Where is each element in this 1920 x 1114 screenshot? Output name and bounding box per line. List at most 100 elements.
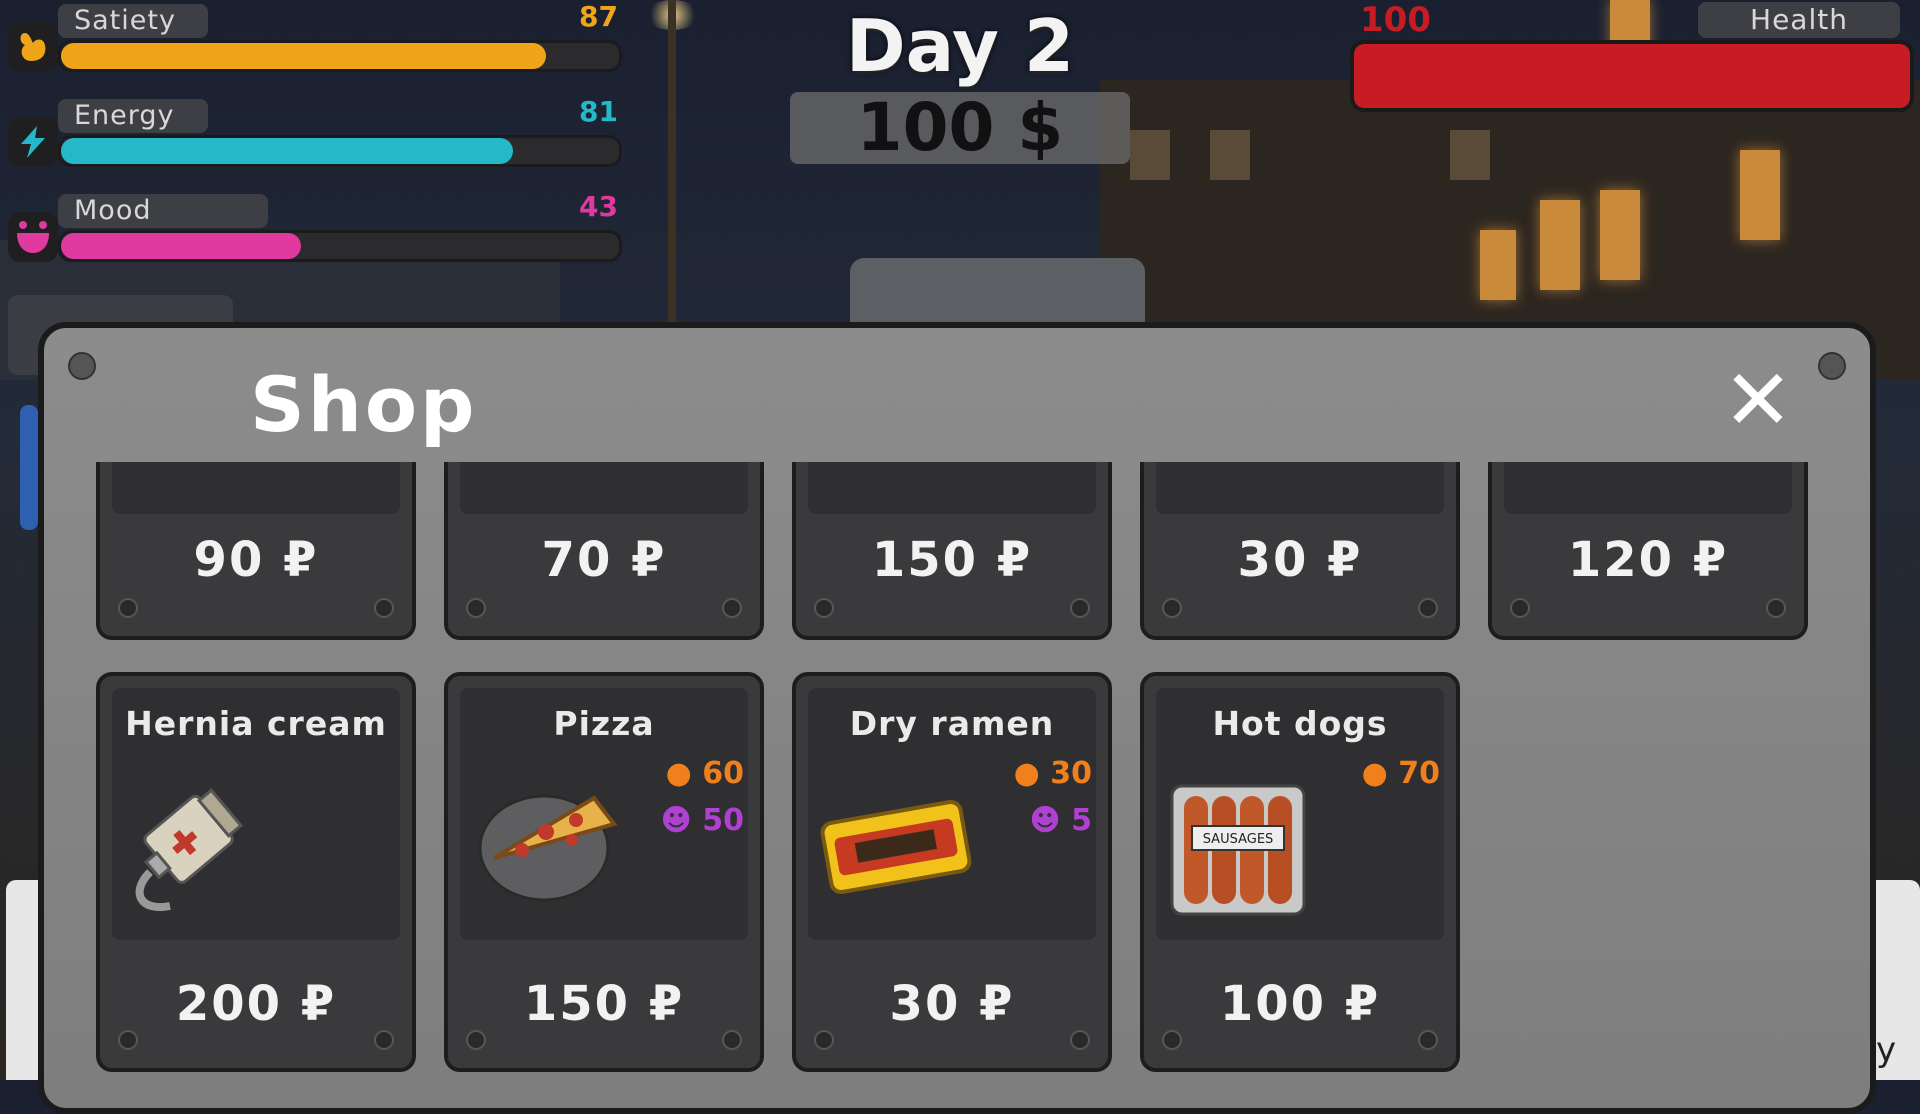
screw-icon (722, 1030, 742, 1050)
shop-item-dry-ramen[interactable]: Dry ramen ● 30 ☻ 5 30 ₽ (792, 672, 1112, 1072)
energy-value: 81 (579, 95, 618, 128)
close-icon: ✕ (1722, 351, 1794, 449)
item-image-area (112, 462, 400, 514)
sausage-pack-label: SAUSAGES (1203, 832, 1274, 847)
item-stats: ● 70 (1362, 756, 1440, 803)
stomach-icon (8, 22, 58, 72)
side-tab-partial[interactable] (20, 405, 38, 530)
stomach-icon: ● (1013, 756, 1040, 791)
money-display: 100 $ (790, 92, 1130, 164)
energy-bar (58, 135, 622, 167)
screw-icon (1070, 598, 1090, 618)
shop-item-pizza[interactable]: Pizza ● 60 ☻ 50 150 ₽ (444, 672, 764, 1072)
satiety-bar-fill (61, 43, 547, 69)
shop-item-hot-dogs[interactable]: Hot dogs SAUSAGES ● 70 100 ₽ (1140, 672, 1460, 1072)
screw-icon (466, 1030, 486, 1050)
stomach-icon: ● (665, 756, 692, 791)
screw-icon (1070, 1030, 1090, 1050)
shop-item-card[interactable]: 90 ₽ (96, 462, 416, 640)
screw-icon (374, 598, 394, 618)
health-value: 100 (1360, 0, 1431, 40)
mood-bar (58, 230, 622, 262)
pizza-icon (478, 794, 618, 902)
screw-icon (466, 598, 486, 618)
screw-icon (1418, 1030, 1438, 1050)
item-image-area (808, 462, 1096, 514)
item-name: Hot dogs (1212, 704, 1388, 743)
dark-window (1130, 130, 1170, 180)
shop-title: Shop (250, 360, 478, 449)
shop-item-card[interactable]: 70 ₽ (444, 462, 764, 640)
street-lamp (668, 0, 676, 330)
lit-window (1740, 150, 1780, 240)
shop-item-card[interactable]: 30 ₽ (1140, 462, 1460, 640)
screw-icon (814, 598, 834, 618)
shop-item-card[interactable]: 150 ₽ (792, 462, 1112, 640)
shop-items-grid[interactable]: 90 ₽ 70 ₽ 150 ₽ 30 ₽ 120 ₽ Hernia cream (96, 462, 1808, 1080)
lightning-icon (8, 117, 58, 167)
item-price: 120 ₽ (1567, 532, 1729, 588)
screw-icon (1162, 1030, 1182, 1050)
close-button[interactable]: ✕ (1718, 358, 1798, 442)
item-satiety: 30 (1050, 756, 1092, 791)
energy-stat: Energy 81 (8, 95, 622, 173)
screw-icon (118, 598, 138, 618)
screw-icon (1766, 598, 1786, 618)
dark-window (1450, 130, 1490, 180)
item-price: 200 ₽ (175, 976, 337, 1032)
item-price: 150 ₽ (871, 532, 1033, 588)
screw-icon (814, 1030, 834, 1050)
item-price: 30 ₽ (1237, 532, 1363, 588)
mood-label: Mood (58, 194, 268, 228)
satiety-label: Satiety (58, 4, 208, 38)
dark-window (1210, 130, 1250, 180)
health-bar (1350, 40, 1914, 112)
lit-window (1540, 200, 1580, 290)
smile-icon: ☻ (1029, 803, 1061, 838)
item-price: 100 ₽ (1219, 976, 1381, 1032)
satiety-value: 87 (579, 0, 618, 33)
item-satiety: 60 (702, 756, 744, 791)
satiety-stat-line: ● 60 (661, 756, 744, 791)
item-name: Dry ramen (849, 704, 1055, 743)
item-name: Pizza (553, 704, 655, 743)
day-counter: Day 2 (845, 4, 1075, 88)
mood-stat: Mood 43 (8, 190, 622, 268)
item-image-area (1156, 462, 1444, 514)
energy-bar-fill (61, 138, 513, 164)
screw-icon (68, 352, 96, 380)
item-price: 150 ₽ (523, 976, 685, 1032)
ointment-tube-icon (135, 788, 244, 912)
satiety-stat-line: ● 30 (1014, 756, 1092, 791)
item-mood: 5 (1071, 803, 1092, 838)
screw-icon (118, 1030, 138, 1050)
item-image-area (1504, 462, 1792, 514)
ramen-icon (820, 799, 972, 895)
shop-item-hernia-cream[interactable]: Hernia cream 200 ₽ (96, 672, 416, 1072)
smile-icon (8, 212, 58, 262)
health-label: Health (1698, 2, 1900, 38)
lit-window (1600, 190, 1640, 280)
screw-icon (1418, 598, 1438, 618)
sausages-icon: SAUSAGES (1170, 784, 1306, 916)
mood-stat-line: ☻ 50 (661, 803, 744, 838)
satiety-bar (58, 40, 622, 72)
mood-value: 43 (579, 190, 618, 223)
screw-icon (1818, 352, 1846, 380)
screw-icon (1162, 598, 1182, 618)
screw-icon (374, 1030, 394, 1050)
satiety-stat: Satiety 87 (8, 0, 622, 78)
health-bar-fill (1354, 44, 1910, 108)
item-price: 90 ₽ (193, 532, 319, 588)
item-satiety: 70 (1398, 756, 1440, 791)
shop-item-card[interactable]: 120 ₽ (1488, 462, 1808, 640)
item-price: 70 ₽ (541, 532, 667, 588)
item-name: Hernia cream (125, 704, 387, 743)
item-price: 30 ₽ (889, 976, 1015, 1032)
item-image-area (460, 462, 748, 514)
mood-stat-line: ☻ 5 (1014, 803, 1092, 838)
screw-icon (1510, 598, 1530, 618)
smile-icon: ☻ (660, 803, 692, 838)
stomach-icon: ● (1361, 756, 1388, 791)
satiety-stat-line: ● 70 (1362, 756, 1440, 791)
